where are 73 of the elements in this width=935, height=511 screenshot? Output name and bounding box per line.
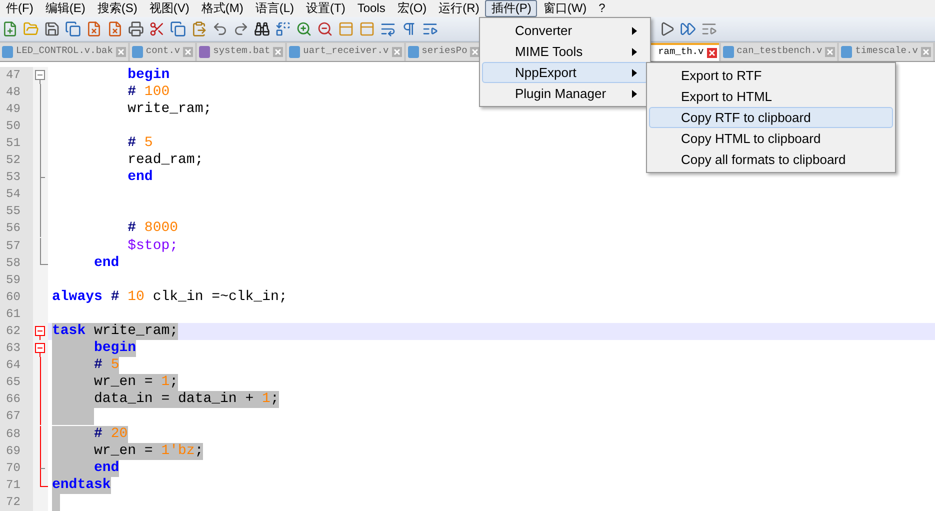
line-number: 56 [0,220,33,238]
tab-label: timescale.v [855,44,918,58]
line-number: 68 [0,426,33,443]
menu-item[interactable]: Copy all formats to clipboard [649,149,893,170]
menu-item[interactable]: 视图(V) [143,0,196,17]
code-line: end [126,169,153,186]
menu-item[interactable]: 运行(R) [432,0,486,17]
line-number: 57 [0,238,33,255]
menu-item[interactable]: 设置(T) [300,0,352,17]
line-number: 47 [0,66,33,84]
menu-item[interactable]: 格式(M) [195,0,250,17]
code-line: always # 10 clk_in =~clk_in; [52,288,288,306]
line-number: 69 [0,442,33,460]
tab-label: system.bat [213,44,270,58]
line-number: 62 [0,322,33,340]
code-line: $stop; [126,238,178,255]
code-line: # 100 [126,84,170,101]
menu-item[interactable]: MIME Tools [482,41,648,62]
line-number: 51 [0,134,33,152]
line-number: 66 [0,391,33,408]
tab-label: can_testbench.v [736,44,822,58]
file-tab[interactable]: system.bat [197,42,286,61]
line-number: 59 [0,272,33,289]
line-number: 53 [0,169,33,186]
tab-label: uart_receiver.v [303,44,389,58]
menu-item[interactable]: 语言(L) [249,0,300,17]
file-tab[interactable]: can_testbench.v [720,42,838,61]
line-number: 50 [0,118,33,135]
line-number: 58 [0,254,33,272]
line-number: 65 [0,374,33,392]
line-number: 48 [0,84,33,101]
code-line: read_ram; [126,152,204,170]
menu-item[interactable]: 搜索(S) [91,0,144,17]
tab-label: ram_th.v [658,45,704,60]
line-number: 52 [0,152,33,170]
tab-label: seriesPo [422,44,468,58]
menu-item[interactable]: Copy RTF to clipboard [649,107,893,128]
line-number: 72 [0,494,33,511]
file-tab[interactable]: cont.v [130,42,196,61]
code-line: # 5 [126,134,153,152]
code-line: write_ram; [126,100,212,118]
line-number: 67 [0,408,33,426]
menu-item[interactable]: 编辑(E) [39,0,92,17]
menu-item[interactable]: 宏(O) [391,0,433,17]
menu-item[interactable]: Converter [482,20,648,41]
file-tab[interactable]: LED_CONTROL.v.bak [0,42,128,61]
menu-item[interactable]: Copy HTML to clipboard [649,128,893,149]
menu-item[interactable]: Plugin Manager [482,83,648,104]
code-line: end [93,254,120,272]
menu-item[interactable]: 窗口(W) [537,0,593,17]
tab-label: LED_CONTROL.v.bak [16,44,113,58]
menu-item[interactable]: 件(F) [0,0,40,17]
file-tab[interactable]: ram_th.v [648,42,719,61]
menu-item[interactable]: Export to RTF [649,65,893,86]
code-line: # 8000 [126,220,178,238]
line-number: 61 [0,306,33,323]
line-number: 49 [0,100,33,118]
menu-item[interactable]: Export to HTML [649,86,893,107]
file-tab[interactable]: uart_receiver.v [287,42,404,61]
line-number: 71 [0,476,33,494]
menu-item[interactable]: 插件(P) [485,0,538,17]
code-line: begin [126,66,170,84]
line-number: 54 [0,186,33,204]
line-number: 70 [0,460,33,477]
menu-item[interactable]: NppExport [482,62,648,83]
line-number: 55 [0,203,33,220]
line-number: 63 [0,340,33,358]
line-number: 60 [0,288,33,306]
tab-label: cont.v [146,44,180,58]
file-tab[interactable]: timescale.v [839,42,933,61]
menu-item[interactable]: Tools [351,0,392,17]
line-number: 64 [0,357,33,374]
menu-item[interactable]: ? [592,0,612,17]
